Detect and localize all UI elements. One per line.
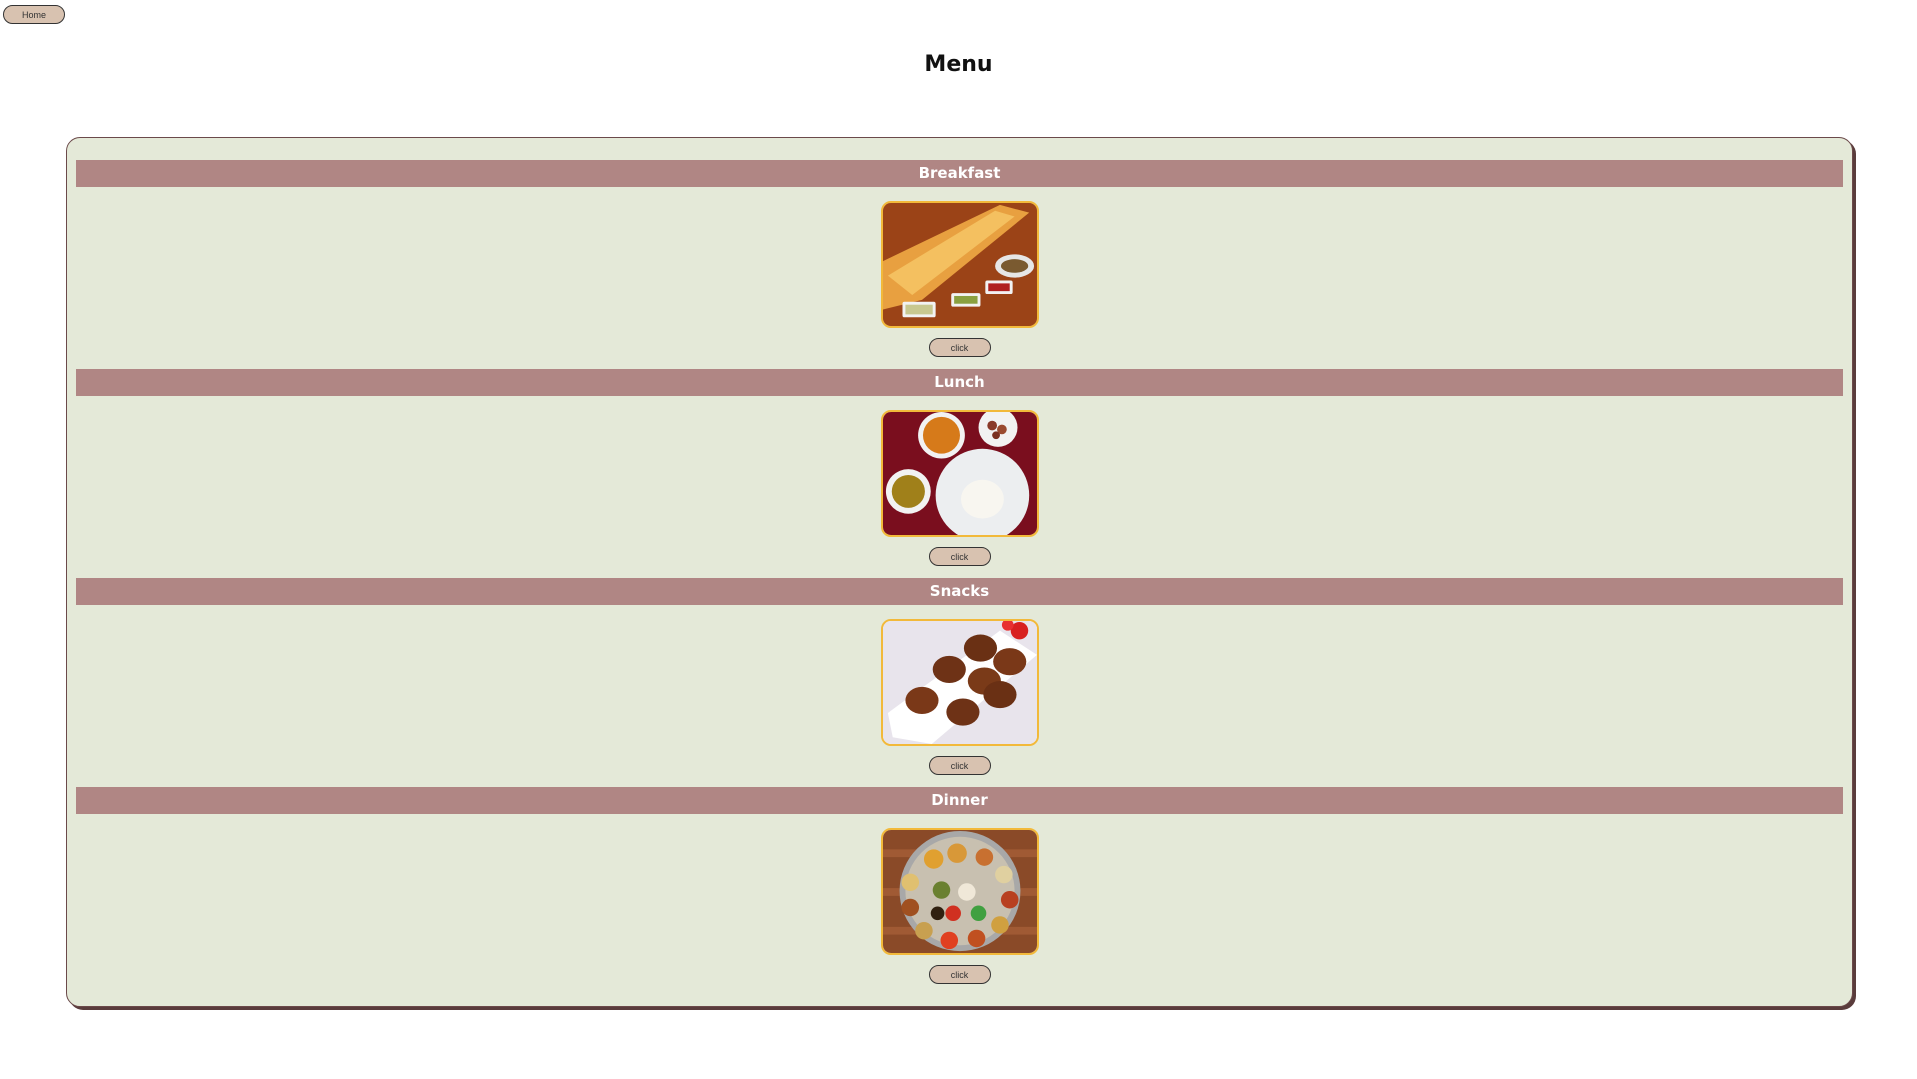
snacks-click-button[interactable]: click xyxy=(928,756,991,775)
breakfast-click-button[interactable]: click xyxy=(928,338,991,357)
section-header-dinner: Dinner xyxy=(76,787,1843,814)
lunch-click-button[interactable]: click xyxy=(928,547,991,566)
menu-card: Breakfast click Lunch click Snacks click… xyxy=(66,137,1853,1007)
dinner-click-button[interactable]: click xyxy=(928,965,991,984)
section-header-lunch: Lunch xyxy=(76,369,1843,396)
section-header-snacks: Snacks xyxy=(76,578,1843,605)
section-snacks: Snacks click xyxy=(76,578,1843,775)
thali-photo xyxy=(880,828,1039,955)
section-breakfast: Breakfast click xyxy=(76,160,1843,357)
cutlets-photo xyxy=(880,619,1039,746)
rice-curry-photo xyxy=(880,410,1039,537)
dosa-photo xyxy=(880,201,1039,328)
home-button[interactable]: Home xyxy=(3,5,65,24)
section-header-breakfast: Breakfast xyxy=(76,160,1843,187)
section-dinner: Dinner click xyxy=(76,787,1843,984)
section-lunch: Lunch click xyxy=(76,369,1843,566)
page-title: Menu xyxy=(924,52,993,77)
